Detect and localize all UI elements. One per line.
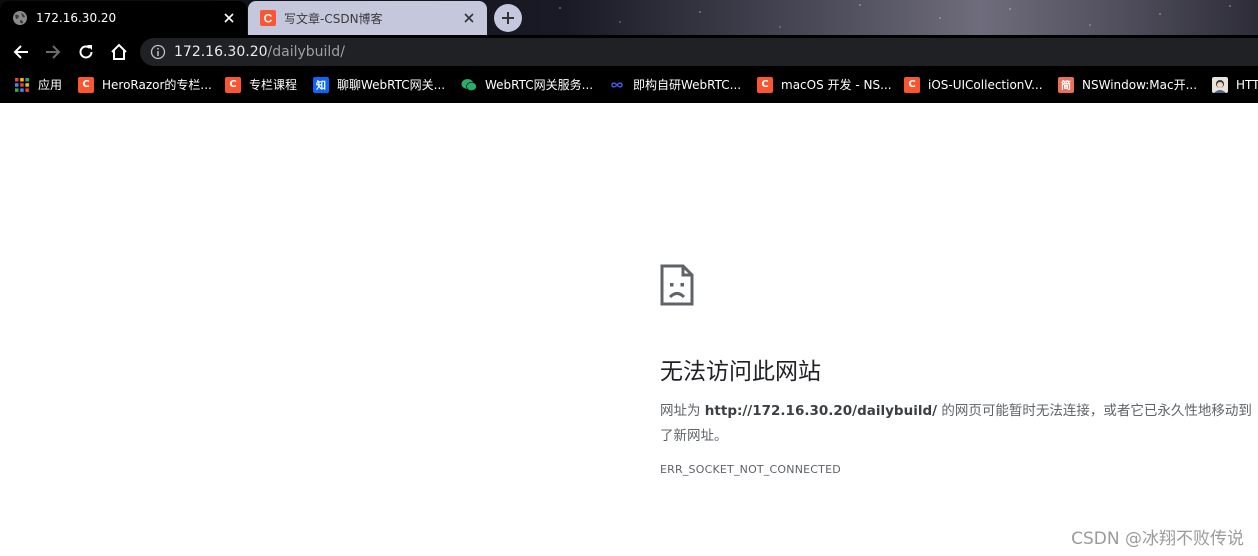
bookmark-label: HTT	[1236, 77, 1258, 92]
arrow-left-icon	[13, 45, 28, 59]
avatar-icon	[1212, 76, 1228, 93]
home-button[interactable]	[106, 39, 132, 65]
info-icon[interactable]	[150, 44, 166, 60]
bookmark-label: HeroRazor的专栏...	[102, 78, 212, 92]
bookmarks-bar: 应用 C HeroRazor的专栏... C 专栏课程 知 聊聊WebRTC网关…	[0, 68, 1258, 103]
bookmark-label: 应用	[38, 78, 63, 92]
bookmark-macos-dev[interactable]: C macOS 开发 - NS...	[757, 68, 892, 101]
watermark: CSDN @冰翔不败传说	[1071, 529, 1244, 549]
bookmark-herorazor[interactable]: C HeroRazor的专栏...	[78, 68, 212, 101]
bookmark-wechat-webrtc[interactable]: WebRTC网关服务...	[461, 68, 593, 101]
csdn-icon: C	[78, 76, 94, 93]
arrow-right-icon	[46, 45, 61, 59]
forward-button[interactable]	[40, 39, 66, 65]
tab-active[interactable]: 172.16.30.20	[0, 1, 247, 35]
tab-title: 172.16.30.20	[36, 11, 117, 25]
url-path: /dailybuild/	[267, 44, 345, 60]
bookmark-label: WebRTC网关服务...	[485, 78, 594, 92]
bookmark-label: 专栏课程	[249, 78, 298, 92]
tab-inactive[interactable]: C 写文章-CSDN博客	[248, 1, 487, 35]
csdn-icon: C	[757, 76, 773, 93]
bookmark-label: macOS 开发 - NS...	[781, 78, 892, 92]
bookmark-label: iOS-UICollectionV...	[928, 77, 1043, 92]
error-url: http://172.16.30.20/dailybuild/	[704, 403, 938, 419]
apps-grid-icon	[15, 77, 29, 92]
bookmark-label: NSWindow:Mac开...	[1082, 78, 1198, 92]
plus-icon	[502, 12, 514, 24]
bookmark-zego-webrtc[interactable]: 即构自研WebRTC...	[609, 68, 741, 101]
globe-icon	[13, 11, 27, 25]
bookmark-zhihu-webrtc[interactable]: 知 聊聊WebRTC网关...	[313, 68, 445, 101]
reload-button[interactable]	[73, 39, 99, 65]
infinity-icon	[611, 81, 623, 88]
error-title: 无法访问此网站	[660, 359, 821, 385]
toolbar: 172.16.30.20/dailybuild/	[0, 35, 1258, 68]
tab-close-icon[interactable]	[459, 8, 479, 28]
home-icon	[111, 43, 127, 60]
url-host: 172.16.30.20	[174, 44, 268, 60]
bookmark-apps[interactable]: 应用	[14, 68, 62, 101]
csdn-icon: C	[225, 76, 241, 93]
new-tab-button[interactable]	[494, 4, 522, 32]
bookmark-ios-collectionview[interactable]: C iOS-UICollectionV...	[904, 68, 1043, 101]
tab-strip: 172.16.30.20 C 写文章-CSDN博客	[0, 0, 1258, 35]
svg-text:C: C	[264, 12, 273, 26]
tab-close-icon[interactable]	[219, 8, 239, 28]
csdn-icon: C	[904, 76, 920, 93]
address-bar[interactable]: 172.16.30.20/dailybuild/	[140, 38, 1258, 66]
error-desc-prefix: 网址为	[660, 403, 705, 419]
bookmark-nswindow[interactable]: 简 NSWindow:Mac开...	[1058, 68, 1197, 101]
wechat-icon	[461, 78, 477, 91]
bookmark-htt[interactable]: HTT	[1212, 68, 1258, 101]
bookmark-column-courses[interactable]: C 专栏课程	[225, 68, 297, 101]
back-button[interactable]	[8, 39, 34, 65]
error-description: 网址为 http://172.16.30.20/dailybuild/ 的网页可…	[660, 399, 1255, 449]
bookmark-label: 即构自研WebRTC...	[633, 78, 742, 92]
bookmark-label: 聊聊WebRTC网关...	[337, 78, 446, 92]
tab-title: 写文章-CSDN博客	[284, 11, 383, 26]
zhihu-icon: 知	[313, 76, 329, 93]
error-code: ERR_SOCKET_NOT_CONNECTED	[660, 463, 841, 476]
url-text: 172.16.30.20/dailybuild/	[174, 44, 345, 60]
csdn-icon: C	[260, 10, 276, 26]
reload-icon	[79, 45, 93, 59]
jianshu-icon: 简	[1058, 76, 1074, 93]
sad-page-icon	[660, 264, 694, 306]
